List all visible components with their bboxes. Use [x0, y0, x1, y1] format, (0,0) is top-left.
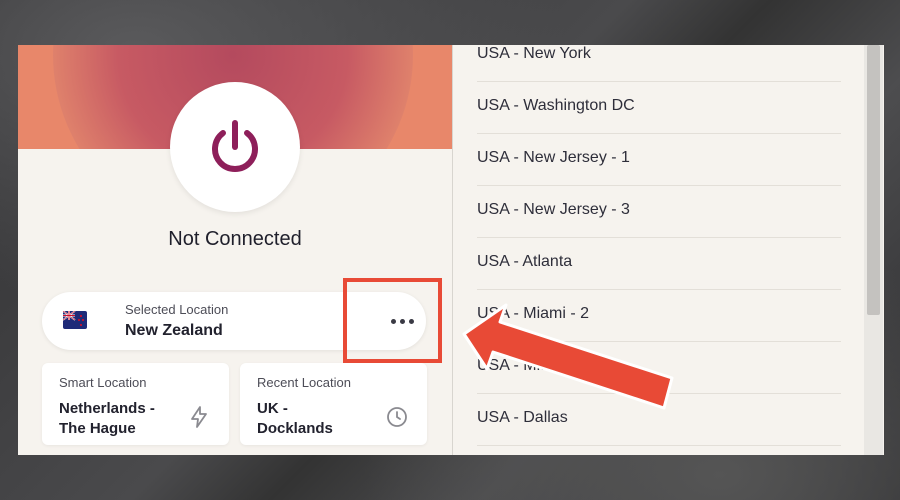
recent-location-card[interactable]: Recent Location UK - Docklands	[240, 363, 427, 445]
recent-location-caption: Recent Location	[257, 375, 351, 390]
location-list-scrollbar[interactable]	[864, 45, 883, 455]
list-item-label: USA - New Jersey - 1	[477, 149, 630, 166]
vpn-main-panel: Not Connected Selected Location New Zeal…	[18, 45, 452, 455]
smart-location-value: Netherlands - The Hague	[59, 400, 155, 437]
power-icon	[212, 120, 258, 172]
location-list-panel: USA - New York USA - Washington DC USA -…	[452, 45, 884, 455]
clock-icon	[387, 407, 407, 427]
lightning-icon	[191, 406, 207, 428]
selected-location-caption: Selected Location	[125, 302, 229, 317]
list-item[interactable]: USA - New Jersey - 1	[477, 133, 841, 186]
power-button[interactable]	[170, 82, 300, 212]
list-item[interactable]: USA - Miami	[477, 341, 841, 394]
list-item[interactable]: USA - New Jersey - 3	[477, 185, 841, 238]
list-item[interactable]: USA - Atlanta	[477, 237, 841, 290]
list-item-label: USA - New Jersey - 3	[477, 201, 630, 218]
list-item-label: USA - New York	[477, 45, 591, 62]
annotation-highlight-box	[343, 278, 442, 363]
smart-location-card[interactable]: Smart Location Netherlands - The Hague	[42, 363, 229, 445]
connection-status: Not Connected	[168, 228, 302, 250]
list-item[interactable]: USA - New York	[477, 45, 841, 82]
list-item-label: USA - Miami	[477, 357, 566, 374]
selected-location-value: New Zealand	[125, 322, 223, 339]
list-item-label: USA - Miami - 2	[477, 305, 590, 322]
list-item[interactable]: USA - Miami - 2	[477, 289, 841, 342]
list-item-label: USA - Atlanta	[477, 253, 573, 270]
list-item[interactable]: USA - Dallas	[477, 393, 841, 446]
list-item[interactable]: USA - Washington DC	[477, 81, 841, 134]
smart-location-caption: Smart Location	[59, 375, 147, 390]
recent-location-value: UK - Docklands	[257, 400, 333, 437]
list-item-label: USA - Washington DC	[477, 97, 635, 114]
scrollbar-thumb[interactable]	[867, 45, 880, 315]
new-zealand-flag-icon	[63, 311, 87, 329]
list-item-label: USA - Dallas	[477, 409, 568, 426]
